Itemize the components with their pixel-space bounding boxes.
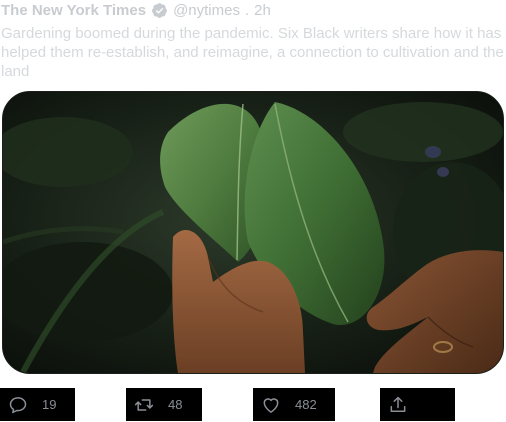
tweet-card[interactable]: The New York Times @nytimes . 2h Gardeni… xyxy=(0,0,506,422)
retweet-button[interactable]: 48 xyxy=(126,388,202,421)
header-separator: . xyxy=(244,1,250,19)
share-button[interactable] xyxy=(380,388,455,421)
retweet-icon xyxy=(134,395,154,415)
like-count: 482 xyxy=(295,397,317,412)
tweet-timestamp[interactable]: 2h xyxy=(254,2,271,19)
tweet-text: Gardening boomed during the pandemic. Si… xyxy=(1,25,504,80)
verified-badge-icon xyxy=(151,2,168,19)
like-button[interactable]: 482 xyxy=(253,388,335,421)
tweet-header: The New York Times @nytimes . 2h xyxy=(1,0,271,20)
author-name[interactable]: The New York Times xyxy=(1,2,146,19)
reply-count: 19 xyxy=(42,397,57,412)
reply-button[interactable]: 19 xyxy=(0,388,75,421)
heart-icon xyxy=(261,395,281,415)
tweet-photo[interactable] xyxy=(2,91,504,374)
photo-of-hands-holding-green-leaves xyxy=(3,92,503,373)
tweet-action-bar: 19 48 482 xyxy=(0,388,506,422)
share-icon xyxy=(388,395,408,415)
retweet-count: 48 xyxy=(168,397,183,412)
author-handle[interactable]: @nytimes xyxy=(173,2,240,19)
reply-icon xyxy=(8,395,28,415)
